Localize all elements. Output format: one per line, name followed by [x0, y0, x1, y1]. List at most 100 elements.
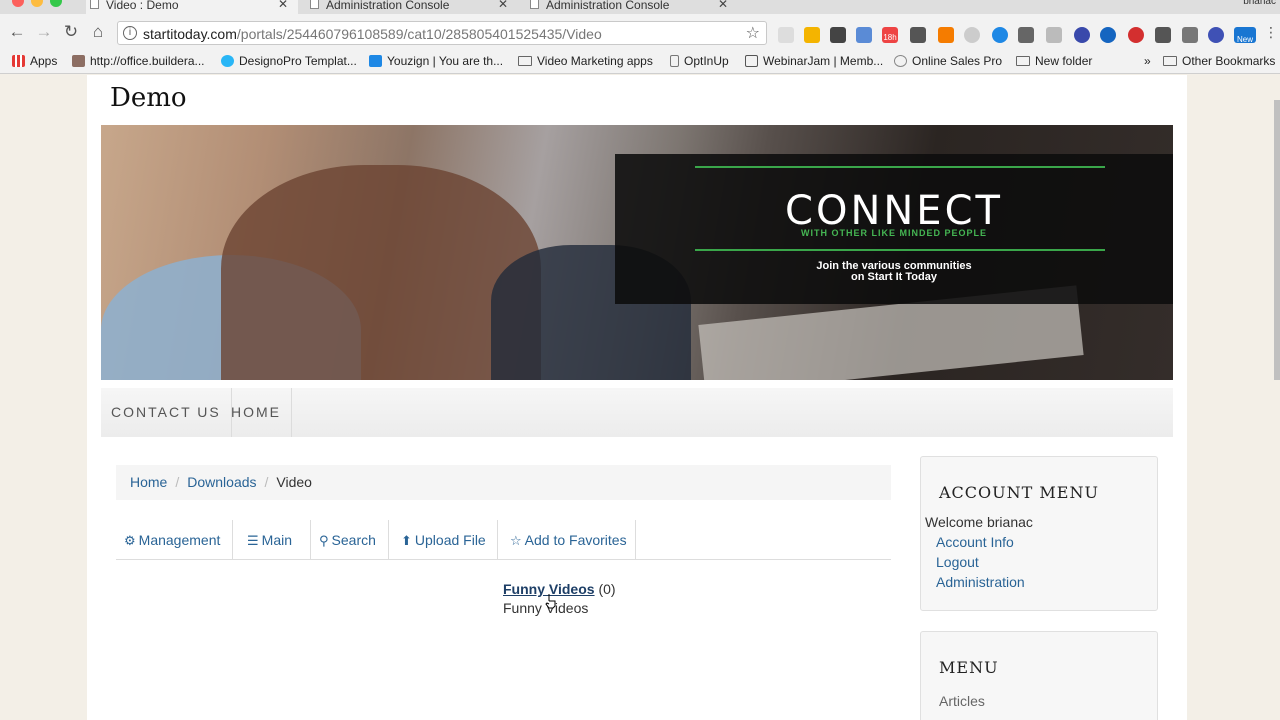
bookmark-optinup[interactable]: OptInUp: [670, 54, 729, 68]
forward-arrow-icon[interactable]: →: [33, 21, 55, 43]
address-bar[interactable]: i startitoday.com/portals/25446079610858…: [117, 21, 767, 45]
extension-shield-icon[interactable]: [910, 27, 926, 43]
info-icon[interactable]: i: [123, 26, 137, 40]
welcome-text: Welcome brianac: [925, 514, 1033, 530]
action-label: Main: [261, 532, 293, 548]
bookmark-webinarjam[interactable]: WebinarJam | Memb...: [745, 54, 883, 68]
extension-blue-dot-icon[interactable]: [992, 27, 1008, 43]
extension-orange-icon[interactable]: [938, 27, 954, 43]
extension-red-icon[interactable]: [1128, 27, 1144, 43]
bookmark-apps[interactable]: Apps: [12, 54, 57, 68]
account-menu-panel: ACCOUNT MENU Welcome brianac Account Inf…: [920, 456, 1158, 611]
browser-tab-video-demo[interactable]: Video : Demo ✕: [86, 0, 298, 14]
apps-grid-icon: [12, 55, 25, 67]
extension-lock-icon[interactable]: [1155, 27, 1171, 43]
extension-at-icon[interactable]: [1074, 27, 1090, 43]
action-bar: ⚙ Management ☰ Main ⚲ Search ⬆ Upload File ☆…: [116, 520, 891, 560]
bookmark-label: Video Marketing apps: [537, 54, 653, 68]
nav-home[interactable]: HOME: [221, 388, 292, 437]
close-tab-icon[interactable]: ✕: [278, 0, 288, 10]
site-navbar: CONTACT US HOME: [101, 388, 1173, 437]
extension-gray-icon[interactable]: [964, 27, 980, 43]
bookmark-online-sales-pro[interactable]: Online Sales Pro: [894, 54, 1002, 68]
site-favicon-icon: [894, 55, 907, 67]
site-favicon-icon: [221, 55, 234, 67]
bookmark-label: New folder: [1035, 54, 1093, 68]
extension-new-icon[interactable]: New: [1234, 27, 1256, 44]
site-favicon-icon: [745, 55, 758, 67]
browser-menu-icon[interactable]: ⋮: [1260, 21, 1280, 43]
page-icon: [310, 0, 319, 9]
bookmark-office-buildera[interactable]: http://office.buildera...: [72, 54, 205, 68]
management-button[interactable]: ⚙ Management: [116, 520, 233, 560]
browser-tab-admin-console-2[interactable]: Administration Console ✕: [526, 0, 738, 14]
maximize-window-icon[interactable]: [50, 0, 62, 7]
bookmark-star-icon[interactable]: ☆: [746, 23, 760, 43]
adjacent-window-edge: [1274, 100, 1280, 380]
breadcrumb-home[interactable]: Home: [130, 474, 167, 490]
hand-cursor-icon: [545, 594, 556, 609]
upload-icon: ⬆: [401, 533, 412, 548]
bookmark-designopro[interactable]: DesignoPro Templat...: [221, 54, 357, 68]
add-to-favorites-button[interactable]: ☆ Add to Favorites: [502, 520, 636, 560]
banner-divider: [695, 249, 1105, 251]
gear-icon: ⚙: [124, 533, 136, 548]
search-icon: ⚲: [319, 533, 329, 548]
nav-contact-us[interactable]: CONTACT US: [101, 388, 232, 437]
bookmark-label: OptInUp: [684, 54, 729, 68]
close-window-icon[interactable]: [12, 0, 24, 7]
menu-item-articles[interactable]: Articles: [939, 693, 985, 709]
search-button[interactable]: ⚲ Search: [311, 520, 389, 560]
site-title[interactable]: Demo: [110, 83, 187, 113]
close-tab-icon[interactable]: ✕: [498, 0, 508, 10]
bookmarks-overflow-chevron-icon[interactable]: »: [1144, 54, 1151, 68]
bookmark-label: Apps: [30, 54, 58, 68]
logout-link[interactable]: Logout: [936, 554, 979, 570]
category-count: (0): [598, 581, 616, 597]
browser-tab-admin-console-1[interactable]: Administration Console ✕: [306, 0, 518, 14]
home-icon[interactable]: ⌂: [87, 21, 109, 43]
site-favicon-icon: [72, 55, 85, 67]
bookmark-label: Youzign | You are th...: [387, 54, 504, 68]
bookmarks-bar: Apps http://office.buildera... DesignoPr…: [0, 50, 1280, 74]
main-button[interactable]: ☰ Main: [239, 520, 311, 560]
extension-evernote-icon[interactable]: [830, 27, 846, 43]
breadcrumb-separator: /: [175, 474, 180, 490]
bookmark-label: Online Sales Pro: [912, 54, 1003, 68]
bookmark-new-folder[interactable]: New folder: [1016, 54, 1092, 68]
bookmark-video-marketing-apps[interactable]: Video Marketing apps: [518, 54, 653, 68]
close-tab-icon[interactable]: ✕: [718, 0, 728, 10]
upload-file-button[interactable]: ⬆ Upload File: [393, 520, 498, 560]
back-arrow-icon[interactable]: ←: [6, 21, 28, 43]
url-host: startitoday.com: [143, 26, 237, 42]
banner-tagline: WITH OTHER LIKE MINDED PEOPLE: [800, 228, 987, 238]
folder-icon: [1163, 56, 1177, 66]
page-container: Demo CONNECT WITH OTHER LIKE MINDED PEOP…: [87, 75, 1187, 720]
extension-mail-icon[interactable]: [1018, 27, 1034, 43]
minimize-window-icon[interactable]: [31, 0, 43, 7]
banner-overlay: CONNECT WITH OTHER LIKE MINDED PEOPLE Jo…: [615, 154, 1173, 304]
reload-icon[interactable]: ↻: [60, 21, 82, 43]
extension-pocket-icon[interactable]: [778, 27, 794, 43]
site-favicon-icon: [369, 55, 382, 67]
extension-k-icon[interactable]: [1208, 27, 1224, 43]
extension-pen-icon[interactable]: [1182, 27, 1198, 43]
administration-link[interactable]: Administration: [936, 574, 1025, 590]
tab-title: Administration Console: [546, 0, 670, 12]
breadcrumb-downloads[interactable]: Downloads: [187, 474, 256, 490]
bookmark-youzign[interactable]: Youzign | You are th...: [369, 54, 503, 68]
extension-play-icon[interactable]: [1100, 27, 1116, 43]
account-menu-title: ACCOUNT MENU: [939, 483, 1099, 502]
bookmark-other-bookmarks[interactable]: Other Bookmarks: [1163, 54, 1275, 68]
bookmark-label: WebinarJam | Memb...: [763, 54, 884, 68]
list-icon: ☰: [247, 533, 259, 548]
account-info-link[interactable]: Account Info: [936, 534, 1014, 550]
star-icon: ☆: [510, 533, 522, 548]
extension-w-icon[interactable]: [1046, 27, 1062, 43]
bookmark-label: http://office.buildera...: [90, 54, 205, 68]
extension-drive-icon[interactable]: [804, 27, 820, 43]
extension-screen-icon[interactable]: [856, 27, 872, 43]
url-path: /portals/254460796108589/cat10/285805401…: [236, 26, 602, 42]
extension-calendar-icon[interactable]: 18h: [882, 27, 898, 43]
browser-profile-name[interactable]: brianac: [1243, 0, 1276, 7]
